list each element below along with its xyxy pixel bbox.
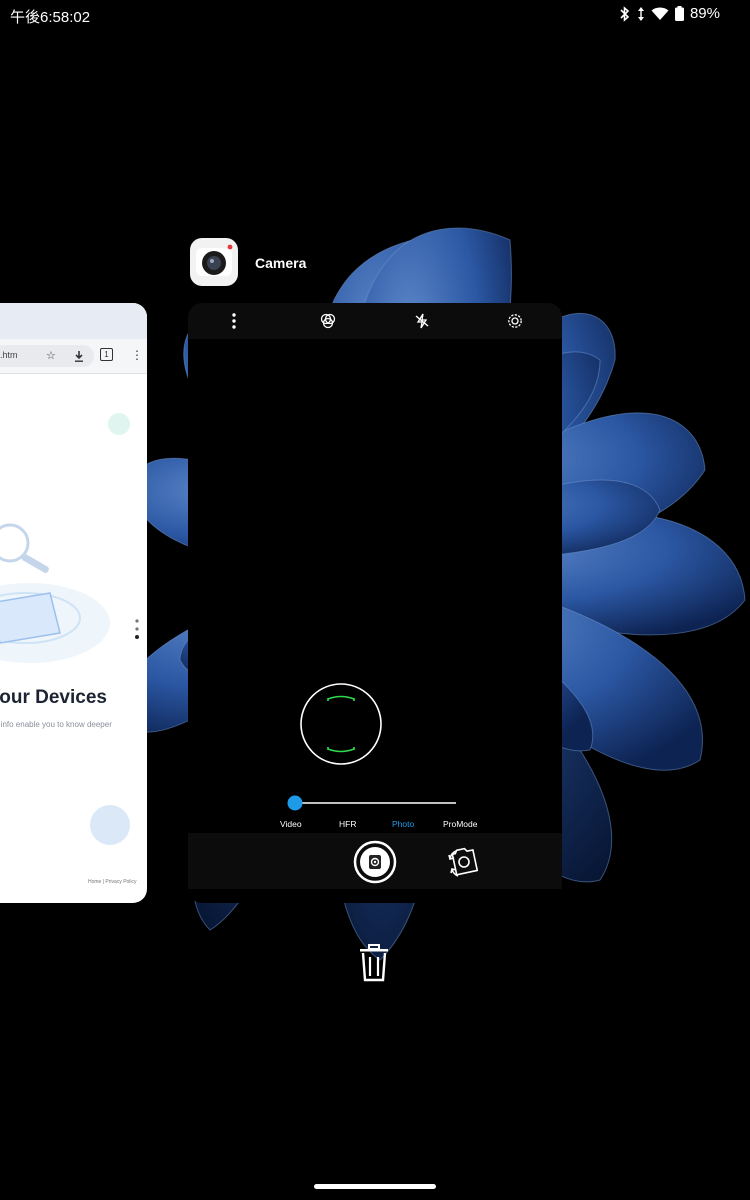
trash-icon[interactable]: [357, 944, 391, 982]
status-time: 午後6:58:02: [10, 9, 91, 26]
page-footer-links[interactable]: Home | Privacy Policy: [88, 879, 137, 885]
mode-photo[interactable]: Photo: [392, 819, 414, 829]
camera-bottom-bar: [188, 833, 562, 889]
flash-off-icon[interactable]: [413, 312, 431, 330]
more-vert-icon[interactable]: ⋮: [131, 347, 143, 363]
camera-lens-icon: [196, 244, 233, 276]
mode-promode[interactable]: ProMode: [443, 819, 478, 829]
camera-viewfinder[interactable]: [188, 339, 562, 833]
tab-count-badge[interactable]: 1: [100, 348, 113, 361]
status-bar: 午後6:58:02 89%: [0, 0, 750, 30]
camera-mode-selector: Video HFR Photo ProMode: [188, 819, 562, 833]
page-headline: Your Devices: [0, 687, 107, 708]
mode-video[interactable]: Video: [280, 819, 302, 829]
mode-hfr[interactable]: HFR: [339, 819, 356, 829]
focus-ring: [300, 683, 382, 765]
browser-tab-strip: [0, 303, 147, 339]
recent-app-card-browser[interactable]: .htm ☆ ⋮ 1 Your Devices e info enable yo…: [0, 303, 147, 903]
browser-toolbar: .htm ☆ ⋮: [0, 339, 147, 374]
page-illustration: [0, 413, 139, 663]
shutter-button[interactable]: [353, 840, 397, 884]
status-icons: 89%: [619, 5, 720, 22]
more-vert-icon[interactable]: [225, 312, 243, 330]
bluetooth-icon: [620, 5, 630, 22]
wifi-icon: [651, 7, 669, 20]
recent-app-card-camera[interactable]: Video HFR Photo ProMode: [188, 303, 562, 903]
filter-icon[interactable]: [319, 312, 337, 330]
download-icon[interactable]: [74, 351, 84, 362]
camera-top-bar: [188, 303, 562, 339]
settings-icon[interactable]: [506, 312, 524, 330]
page-subtext: e info enable you to know deeper: [0, 720, 112, 729]
data-arrows-icon: [637, 6, 644, 21]
battery-percent: 89%: [689, 5, 720, 22]
home-gesture-bar[interactable]: [314, 1184, 436, 1189]
camera-app-icon[interactable]: [190, 238, 238, 286]
decorative-circle: [90, 805, 130, 845]
zoom-slider[interactable]: [286, 794, 458, 812]
star-icon[interactable]: ☆: [46, 348, 56, 364]
app-title: Camera: [255, 255, 307, 271]
zoom-slider-thumb: [287, 795, 303, 811]
address-text: .htm: [0, 350, 18, 360]
switch-camera-icon[interactable]: [446, 845, 478, 879]
battery-icon: [674, 6, 684, 21]
